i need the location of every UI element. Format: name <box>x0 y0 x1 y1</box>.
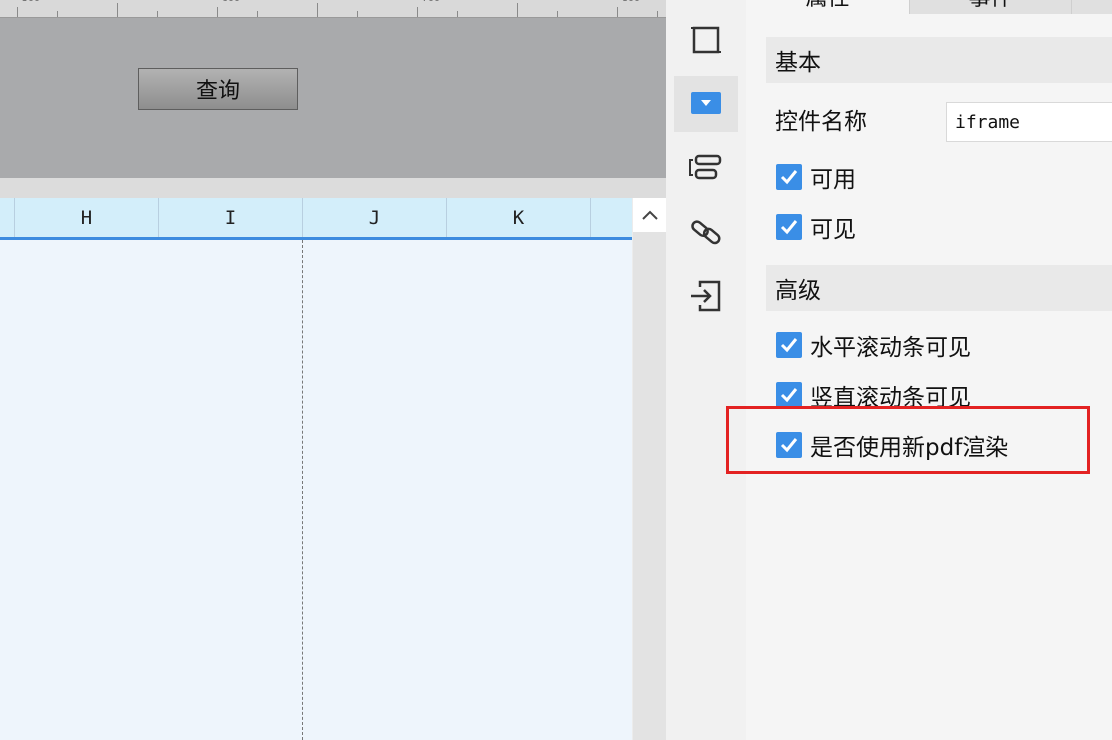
checkbox-checked[interactable] <box>776 164 802 190</box>
dropdown-widget-icon <box>691 92 721 114</box>
layout-icon <box>689 154 722 180</box>
import-icon <box>691 280 721 312</box>
column-header-h[interactable]: H <box>15 198 159 237</box>
checkbox-checked[interactable] <box>776 432 802 458</box>
check-icon <box>780 388 798 403</box>
column-header-j[interactable]: J <box>303 198 447 237</box>
widget-toolbar <box>666 0 746 740</box>
section-advanced-header[interactable]: 高级 <box>766 265 1112 311</box>
ruler-label: 600 <box>222 0 240 4</box>
layout-tool-button[interactable] <box>674 140 738 196</box>
widget-name-input[interactable] <box>946 102 1112 142</box>
scroll-up-button[interactable] <box>633 198 666 232</box>
checkbox-label: 是否使用新pdf渲染 <box>810 435 1009 461</box>
checkbox-label: 可用 <box>810 167 856 193</box>
checkbox-label: 竖直滚动条可见 <box>810 385 971 411</box>
frame-icon <box>691 26 721 54</box>
vertical-scrollbar-checkbox[interactable]: 竖直滚动条可见 <box>776 380 971 411</box>
enabled-checkbox[interactable]: 可用 <box>776 162 856 193</box>
check-icon <box>780 220 798 235</box>
tab-attributes[interactable]: 属性 <box>746 0 910 14</box>
check-icon <box>780 170 798 185</box>
horizontal-ruler: 500 600 700 800 <box>0 0 666 18</box>
checkbox-checked[interactable] <box>776 382 802 408</box>
parameter-pane: 查询 <box>0 18 666 178</box>
ruler-label: 700 <box>422 0 440 4</box>
checkbox-label: 水平滚动条可见 <box>810 335 971 361</box>
pane-divider <box>0 178 666 198</box>
ruler-label: 500 <box>22 0 40 4</box>
link-icon <box>691 220 721 245</box>
horizontal-scrollbar-checkbox[interactable]: 水平滚动条可见 <box>776 330 971 361</box>
column-header-partial[interactable] <box>0 198 15 237</box>
report-grid[interactable] <box>0 240 632 740</box>
properties-tabs: 属性 事件 <box>746 0 1112 14</box>
column-header-i[interactable]: I <box>159 198 303 237</box>
chevron-up-icon <box>641 210 658 220</box>
ruler-label: 800 <box>622 0 640 4</box>
visible-checkbox[interactable]: 可见 <box>776 212 856 243</box>
column-header-partial[interactable] <box>591 198 632 237</box>
check-icon <box>780 438 798 453</box>
checkbox-label: 可见 <box>810 217 856 243</box>
link-tool-button[interactable] <box>674 204 738 260</box>
import-tool-button[interactable] <box>674 268 738 324</box>
query-button[interactable]: 查询 <box>138 68 298 110</box>
widget-name-label: 控件名称 <box>775 109 867 135</box>
page-break-line <box>302 240 303 740</box>
column-header-k[interactable]: K <box>447 198 591 237</box>
design-canvas: 500 600 700 800 查询 H I J K <box>0 0 666 740</box>
vertical-scrollbar[interactable] <box>633 198 666 740</box>
tab-label: 事件 <box>910 0 1071 10</box>
properties-panel: 属性 事件 基本 控件名称 可用 可见 高级 水平滚动条可见 竖直滚动条可见 <box>746 0 1112 740</box>
column-header-bar: H I J K <box>0 198 632 240</box>
tab-label: 属性 <box>746 0 909 10</box>
new-pdf-render-checkbox[interactable]: 是否使用新pdf渲染 <box>776 430 1009 461</box>
tab-more[interactable] <box>1072 0 1112 14</box>
section-basic-header[interactable]: 基本 <box>766 37 1112 83</box>
check-icon <box>780 338 798 353</box>
checkbox-checked[interactable] <box>776 332 802 358</box>
checkbox-checked[interactable] <box>776 214 802 240</box>
tab-events[interactable]: 事件 <box>910 0 1072 14</box>
widget-tool-button[interactable] <box>674 76 738 132</box>
frame-tool-button[interactable] <box>674 12 738 68</box>
